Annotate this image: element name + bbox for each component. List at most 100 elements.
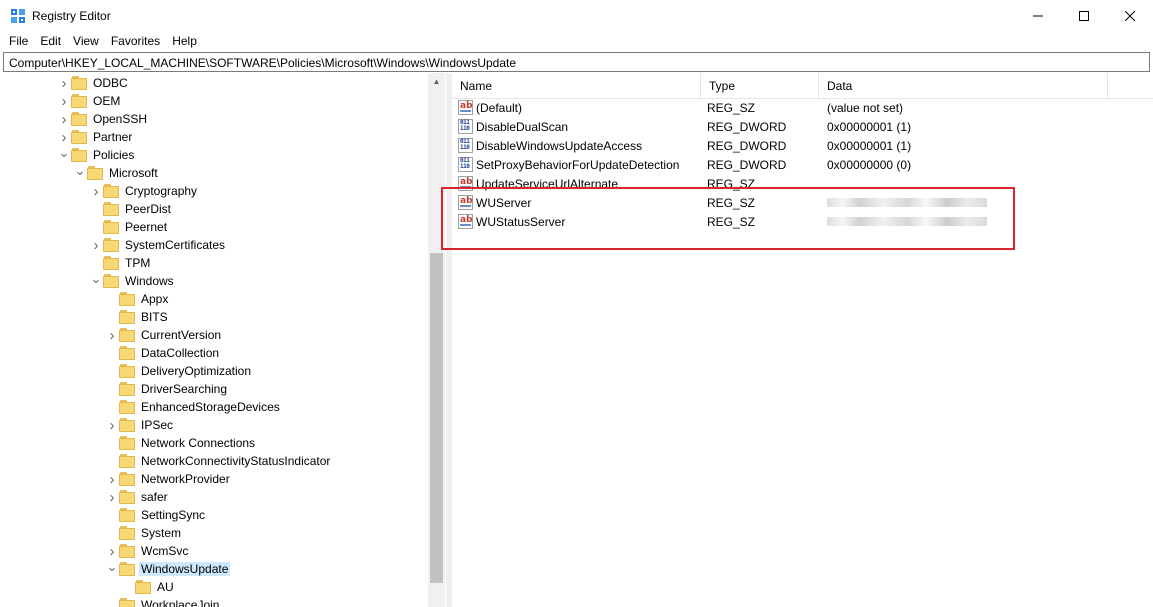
tree-item[interactable]: › NetworkProvider xyxy=(105,470,232,488)
value-type: REG_DWORD xyxy=(707,158,787,172)
tree-item[interactable]: Appx xyxy=(105,290,170,308)
close-button[interactable] xyxy=(1107,0,1153,31)
tree-item-label: EnhancedStorageDevices xyxy=(141,400,280,414)
folder-icon xyxy=(119,454,135,468)
tree-item[interactable]: › CurrentVersion xyxy=(105,326,223,344)
tree-item-label: AU xyxy=(157,580,174,594)
column-header-data[interactable]: Data xyxy=(819,73,1108,99)
chevron-down-icon[interactable]: ⌄ xyxy=(73,163,87,182)
tree-item[interactable]: SettingSync xyxy=(105,506,207,524)
chevron-right-icon[interactable]: › xyxy=(105,326,119,344)
tree-item[interactable]: › Partner xyxy=(57,128,134,146)
chevron-right-icon[interactable]: › xyxy=(57,92,71,110)
tree-item-label: System xyxy=(141,526,182,540)
tree-item[interactable]: › SystemCertificates xyxy=(89,236,227,254)
tree-item[interactable]: DeliveryOptimization xyxy=(105,362,253,380)
tree-item[interactable]: BITS xyxy=(105,308,170,326)
chevron-right-icon[interactable]: › xyxy=(105,488,119,506)
tree-item[interactable]: PeerDist xyxy=(89,200,173,218)
chevron-down-icon[interactable]: ⌄ xyxy=(89,271,103,290)
chevron-down-icon[interactable]: ⌄ xyxy=(105,559,119,578)
menu-favorites[interactable]: Favorites xyxy=(105,31,166,51)
tree-item-label: TPM xyxy=(125,256,151,270)
folder-icon xyxy=(119,400,135,414)
tree-item[interactable]: EnhancedStorageDevices xyxy=(105,398,282,416)
folder-icon xyxy=(71,94,87,108)
chevron-right-icon[interactable]: › xyxy=(105,542,119,560)
menu-edit[interactable]: Edit xyxy=(34,31,67,51)
folder-icon xyxy=(103,256,119,270)
tree-item[interactable]: › IPSec xyxy=(105,416,175,434)
registry-editor-icon xyxy=(11,9,25,23)
chevron-right-icon[interactable]: › xyxy=(89,236,103,254)
chevron-right-icon[interactable]: › xyxy=(89,182,103,200)
folder-icon xyxy=(119,526,135,540)
tree-item[interactable]: Peernet xyxy=(89,218,169,236)
menu-help[interactable]: Help xyxy=(166,31,203,51)
tree-item[interactable]: WorkplaceJoin xyxy=(105,596,221,607)
tree-item[interactable]: ⌄ Windows xyxy=(89,271,176,290)
chevron-right-icon[interactable]: › xyxy=(105,416,119,434)
registry-value-row[interactable]: 011 110 DisableWindowsUpdateAccess REG_DWOR… xyxy=(452,136,1153,155)
binary-value-icon: 011 110 xyxy=(458,138,473,153)
folder-icon xyxy=(119,382,135,396)
tree-item[interactable]: ⌄ Policies xyxy=(57,145,136,164)
tree-item-label: safer xyxy=(141,490,168,504)
column-header-name[interactable]: Name xyxy=(452,73,701,99)
menu-bar: File Edit View Favorites Help xyxy=(0,31,1153,51)
value-name: SetProxyBehaviorForUpdateDetection xyxy=(476,158,680,172)
folder-icon xyxy=(71,130,87,144)
tree-item[interactable]: › OpenSSH xyxy=(57,110,149,128)
scrollbar-thumb[interactable] xyxy=(430,253,443,583)
tree-item[interactable]: › OEM xyxy=(57,92,122,110)
annotation-highlight-box xyxy=(441,187,1015,250)
tree-item[interactable]: › Cryptography xyxy=(89,182,199,200)
tree-item-label: WorkplaceJoin xyxy=(141,598,220,607)
value-name: DisableDualScan xyxy=(476,120,569,134)
chevron-right-icon[interactable]: › xyxy=(57,110,71,128)
tree-item-label: Windows xyxy=(125,274,174,288)
tree-item[interactable]: System xyxy=(105,524,183,542)
tree-item-label: Microsoft xyxy=(109,166,158,180)
folder-icon xyxy=(119,346,135,360)
tree-item[interactable]: ⌄ WindowsUpdate xyxy=(105,559,231,578)
registry-value-row[interactable]: 011 110 DisableDualScan REG_DWORD 0x00000001… xyxy=(452,117,1153,136)
tree-item[interactable]: DataCollection xyxy=(105,344,221,362)
minimize-icon xyxy=(1033,15,1043,16)
chevron-right-icon[interactable]: › xyxy=(57,128,71,146)
chevron-right-icon[interactable]: › xyxy=(57,74,71,92)
tree-item[interactable]: Network Connections xyxy=(105,434,257,452)
maximize-icon xyxy=(1079,10,1089,21)
folder-icon xyxy=(103,184,119,198)
tree-item[interactable]: DriverSearching xyxy=(105,380,229,398)
menu-file[interactable]: File xyxy=(0,31,34,51)
tree-item-label: WindowsUpdate xyxy=(139,562,231,576)
tree-item[interactable]: › WcmSvc xyxy=(105,542,190,560)
tree-item[interactable]: › ODBC xyxy=(57,74,130,92)
tree-item[interactable]: NetworkConnectivityStatusIndicator xyxy=(105,452,332,470)
maximize-button[interactable] xyxy=(1061,0,1107,31)
tree-vertical-scrollbar[interactable]: ▲ xyxy=(428,73,445,607)
registry-value-row[interactable]: 011 110 SetProxyBehaviorForUpdateDetection… xyxy=(452,155,1153,174)
tree-item-label: IPSec xyxy=(141,418,174,432)
registry-value-row[interactable]: ab (Default) REG_SZ (value not set) xyxy=(452,98,1153,117)
tree-item[interactable]: ⌄ Microsoft xyxy=(73,163,160,182)
address-bar[interactable]: Computer\HKEY_LOCAL_MACHINE\SOFTWARE\Pol… xyxy=(3,52,1150,72)
tree-item[interactable]: TPM xyxy=(89,254,152,272)
tree-item-label: SystemCertificates xyxy=(125,238,226,252)
folder-icon xyxy=(119,562,135,576)
value-data: 0x00000001 (1) xyxy=(827,139,912,153)
chevron-down-icon[interactable]: ⌄ xyxy=(57,145,71,164)
scroll-up-icon[interactable]: ▲ xyxy=(428,73,445,90)
tree-item[interactable]: AU xyxy=(121,578,176,596)
menu-view[interactable]: View xyxy=(67,31,105,51)
chevron-right-icon[interactable]: › xyxy=(105,470,119,488)
column-header-type[interactable]: Type xyxy=(701,73,819,99)
tree-item[interactable]: › safer xyxy=(105,488,170,506)
minimize-button[interactable] xyxy=(1015,0,1061,31)
